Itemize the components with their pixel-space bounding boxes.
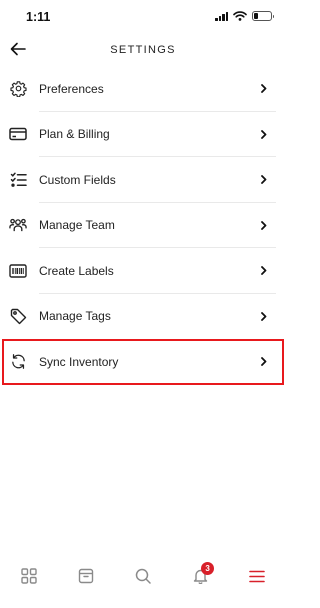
barcode-icon xyxy=(9,262,27,280)
wifi-icon xyxy=(233,11,247,21)
menu-item-label: Create Labels xyxy=(39,263,114,278)
notification-badge: 3 xyxy=(201,562,215,575)
chevron-right-icon xyxy=(260,311,268,321)
menu-item-create-labels[interactable]: Create Labels xyxy=(0,248,286,294)
tab-dashboard[interactable] xyxy=(14,561,44,591)
tab-menu[interactable] xyxy=(242,561,272,591)
hamburger-menu-icon xyxy=(249,570,266,582)
chevron-right-icon xyxy=(260,357,268,367)
menu-item-custom-fields[interactable]: Custom Fields xyxy=(0,157,286,203)
inventory-box-icon xyxy=(78,568,93,584)
status-time: 1:11 xyxy=(26,10,51,24)
tab-inventory[interactable] xyxy=(71,561,101,591)
menu-item-sync-inventory[interactable]: Sync Inventory xyxy=(2,339,284,385)
gear-icon xyxy=(9,80,27,98)
list-icon xyxy=(9,171,27,189)
chevron-right-icon xyxy=(260,266,268,276)
search-icon xyxy=(135,568,151,584)
menu-item-label: Plan & Billing xyxy=(39,127,110,142)
bottom-tab-bar: 3 xyxy=(0,558,286,608)
menu-item-manage-team[interactable]: Manage Team xyxy=(0,203,286,248)
menu-item-label: Manage Team xyxy=(39,218,115,233)
sync-icon xyxy=(9,353,27,371)
status-bar: 1:11 xyxy=(0,0,286,34)
menu-item-label: Manage Tags xyxy=(39,309,111,324)
dashboard-icon xyxy=(20,568,37,584)
menu-item-label: Preferences xyxy=(39,81,104,96)
menu-item-plan-billing[interactable]: Plan & Billing xyxy=(0,112,286,157)
tab-search[interactable] xyxy=(128,561,158,591)
tag-icon xyxy=(9,307,27,325)
tab-notifications[interactable]: 3 xyxy=(185,561,215,591)
battery-icon xyxy=(252,11,274,21)
chevron-right-icon xyxy=(260,84,268,94)
chevron-right-icon xyxy=(260,175,268,185)
status-icons xyxy=(215,11,274,21)
team-icon xyxy=(9,216,27,234)
menu-item-label: Custom Fields xyxy=(39,172,116,187)
menu-item-manage-tags[interactable]: Manage Tags xyxy=(0,294,286,340)
menu-item-preferences[interactable]: Preferences xyxy=(0,66,286,112)
menu-item-label: Sync Inventory xyxy=(39,354,119,369)
chevron-right-icon xyxy=(260,220,268,230)
header: SETTINGS xyxy=(0,36,286,66)
credit-card-icon xyxy=(9,125,27,143)
cellular-signal-icon xyxy=(215,11,228,21)
settings-menu: Preferences Plan & Billing Custom Fields… xyxy=(0,66,286,385)
page-title: SETTINGS xyxy=(110,44,176,56)
chevron-right-icon xyxy=(260,129,268,139)
